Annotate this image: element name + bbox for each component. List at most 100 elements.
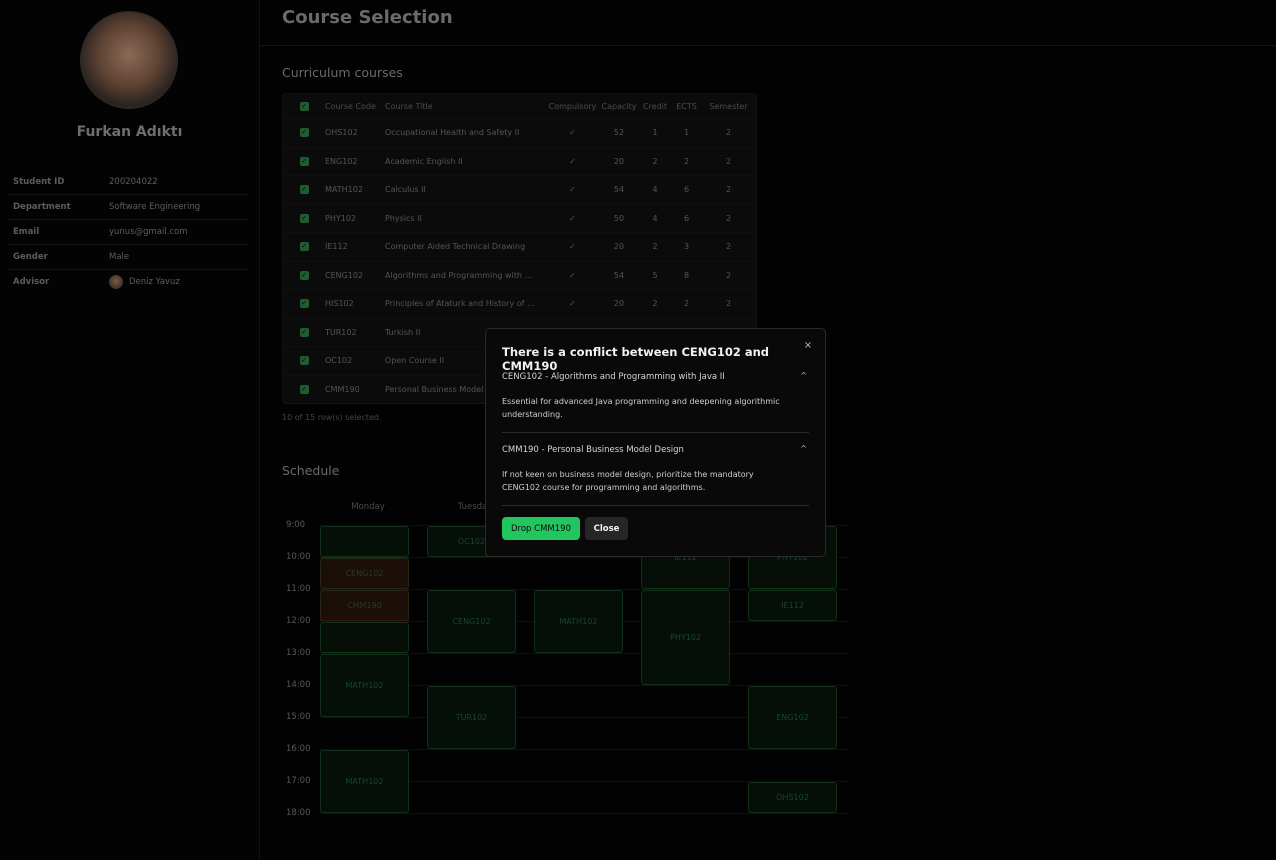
course-credit: 2 bbox=[652, 242, 658, 252]
schedule-block[interactable] bbox=[320, 526, 409, 557]
compulsory-check-icon: ✓ bbox=[569, 242, 576, 252]
schedule-block[interactable]: MATH102 bbox=[320, 654, 409, 717]
header-divider bbox=[260, 45, 1276, 46]
schedule-block[interactable] bbox=[320, 622, 409, 653]
row-checkbox[interactable]: ✓ bbox=[299, 299, 309, 309]
course-capacity: 20 bbox=[613, 299, 625, 309]
compulsory-check-icon: ✓ bbox=[569, 156, 576, 166]
time-label: 10:00 bbox=[286, 552, 311, 562]
profile-name: Furkan Adıktı bbox=[76, 124, 183, 140]
course-ects: 6 bbox=[683, 185, 690, 195]
page-title: Course Selection bbox=[282, 7, 453, 28]
accordion-content: If not keen on business model design, pr… bbox=[502, 470, 754, 492]
course-semester: 2 bbox=[725, 128, 732, 138]
table-row[interactable]: ✓ OHS102 Occupational Health and Safety II… bbox=[283, 119, 756, 148]
compulsory-check-icon: ✓ bbox=[569, 128, 576, 138]
time-label: 13:00 bbox=[286, 648, 311, 658]
column-header[interactable]: Semester bbox=[701, 102, 756, 111]
compulsory-check-icon: ✓ bbox=[569, 299, 576, 309]
row-checkbox[interactable]: ✓ bbox=[299, 128, 309, 138]
table-row[interactable]: ✓ CENG102 Algorithms and Programming with … bbox=[283, 262, 756, 290]
course-code: HIS102 bbox=[325, 299, 354, 309]
selection-count: 10 of 15 row(s) selected. bbox=[282, 413, 382, 422]
schedule-block[interactable]: ENG102 bbox=[748, 686, 837, 749]
column-header[interactable]: Compulsory bbox=[545, 102, 600, 111]
close-icon[interactable]: × bbox=[801, 338, 815, 352]
row-checkbox[interactable]: ✓ bbox=[299, 327, 309, 337]
info-row-department: Department Software Engineering bbox=[8, 195, 248, 220]
schedule-block[interactable]: TUR102 bbox=[427, 686, 516, 749]
info-value: Deniz Yavuz bbox=[109, 275, 248, 289]
row-checkbox[interactable]: ✓ bbox=[299, 356, 309, 366]
schedule-block[interactable]: IE112 bbox=[748, 590, 837, 621]
table-row[interactable]: ✓ HIS102 Principles of Ataturk and History… bbox=[283, 290, 756, 319]
row-checkbox[interactable]: ✓ bbox=[299, 242, 309, 252]
row-checkbox[interactable]: ✓ bbox=[299, 156, 309, 166]
course-ects: 6 bbox=[683, 213, 690, 223]
accordion-trigger-cmm190[interactable]: CMM190 - Personal Business Model Design … bbox=[502, 444, 809, 455]
course-semester: 2 bbox=[725, 213, 732, 223]
info-row-gender: Gender Male bbox=[8, 245, 248, 270]
accordion-heading: CENG102 - Algorithms and Programming wit… bbox=[502, 372, 725, 382]
course-title: Computer Aided Technical Drawing bbox=[385, 242, 526, 252]
compulsory-check-icon: ✓ bbox=[569, 213, 576, 223]
drop-course-button[interactable]: Drop CMM190 bbox=[502, 517, 580, 540]
profile-sidebar: Furkan Adıktı Student ID 200204022 Depar… bbox=[0, 0, 260, 860]
course-capacity: 20 bbox=[613, 156, 625, 166]
schedule-block[interactable]: CENG102 bbox=[427, 590, 516, 653]
course-code: ENG102 bbox=[325, 156, 358, 166]
course-code: IE112 bbox=[325, 242, 348, 252]
row-checkbox[interactable]: ✓ bbox=[299, 213, 309, 223]
course-semester: 2 bbox=[725, 156, 732, 166]
course-semester: 2 bbox=[725, 299, 732, 309]
column-header[interactable]: Capacity bbox=[600, 102, 638, 111]
select-all-checkbox[interactable]: ✓ bbox=[299, 101, 309, 111]
accordion-divider bbox=[502, 432, 809, 433]
column-header[interactable]: Course Code bbox=[325, 102, 385, 111]
chevron-up-icon: ^ bbox=[800, 444, 807, 453]
table-row[interactable]: ✓ PHY102 Physics II ✓ 50 4 6 2 bbox=[283, 205, 756, 233]
schedule-block[interactable]: OHS102 bbox=[748, 782, 837, 813]
row-checkbox[interactable]: ✓ bbox=[299, 384, 309, 394]
column-header[interactable]: Course Title bbox=[385, 102, 545, 111]
course-code: PHY102 bbox=[325, 213, 356, 223]
schedule-block[interactable]: MATH102 bbox=[534, 590, 623, 653]
info-key: Advisor bbox=[13, 277, 50, 287]
time-label: 15:00 bbox=[286, 712, 311, 722]
course-credit: 4 bbox=[652, 213, 658, 223]
course-credit: 4 bbox=[652, 185, 658, 195]
avatar bbox=[80, 11, 178, 109]
course-credit: 2 bbox=[652, 156, 658, 166]
close-button[interactable]: Close bbox=[585, 517, 628, 540]
course-code: OHS102 bbox=[325, 128, 358, 138]
student-info-table: Student ID 200204022 Department Software… bbox=[8, 170, 248, 294]
dialog-title: There is a conflict between CENG102 and … bbox=[502, 345, 770, 373]
course-title: Principles of Ataturk and History of ... bbox=[385, 299, 535, 309]
day-label-monday: Monday bbox=[351, 502, 385, 512]
schedule-block[interactable]: MATH102 bbox=[320, 750, 409, 813]
schedule-block[interactable]: PHY102 bbox=[641, 590, 730, 685]
course-ects: 1 bbox=[683, 128, 690, 138]
course-code: OC102 bbox=[325, 356, 353, 366]
table-row[interactable]: ✓ IE112 Computer Aided Technical Drawing ✓ 2… bbox=[283, 233, 756, 262]
table-header: ✓ Course Code Course Title Compulsory Ca… bbox=[283, 94, 756, 119]
compulsory-check-icon: ✓ bbox=[569, 270, 576, 280]
course-semester: 2 bbox=[725, 185, 732, 195]
row-checkbox[interactable]: ✓ bbox=[299, 270, 309, 280]
course-code: CENG102 bbox=[325, 270, 364, 280]
accordion-heading: CMM190 - Personal Business Model Design bbox=[502, 445, 684, 455]
info-key: Student ID bbox=[13, 177, 65, 187]
row-checkbox[interactable]: ✓ bbox=[299, 185, 309, 195]
column-header[interactable]: ECTS bbox=[672, 102, 701, 111]
table-row[interactable]: ✓ ENG102 Academic English II ✓ 20 2 2 2 bbox=[283, 148, 756, 176]
accordion-trigger-ceng102[interactable]: CENG102 - Algorithms and Programming wit… bbox=[502, 371, 809, 382]
course-capacity: 54 bbox=[613, 185, 625, 195]
course-capacity: 54 bbox=[613, 270, 625, 280]
conflict-highlight bbox=[320, 557, 409, 621]
table-row[interactable]: ✓ MATH102 Calculus II ✓ 54 4 6 2 bbox=[283, 176, 756, 205]
time-label: 17:00 bbox=[286, 776, 311, 786]
info-row-email: Email yunus@gmail.com bbox=[8, 220, 248, 245]
course-title: Academic English II bbox=[385, 156, 463, 166]
course-semester: 2 bbox=[725, 270, 732, 280]
column-header[interactable]: Credit bbox=[638, 102, 672, 111]
